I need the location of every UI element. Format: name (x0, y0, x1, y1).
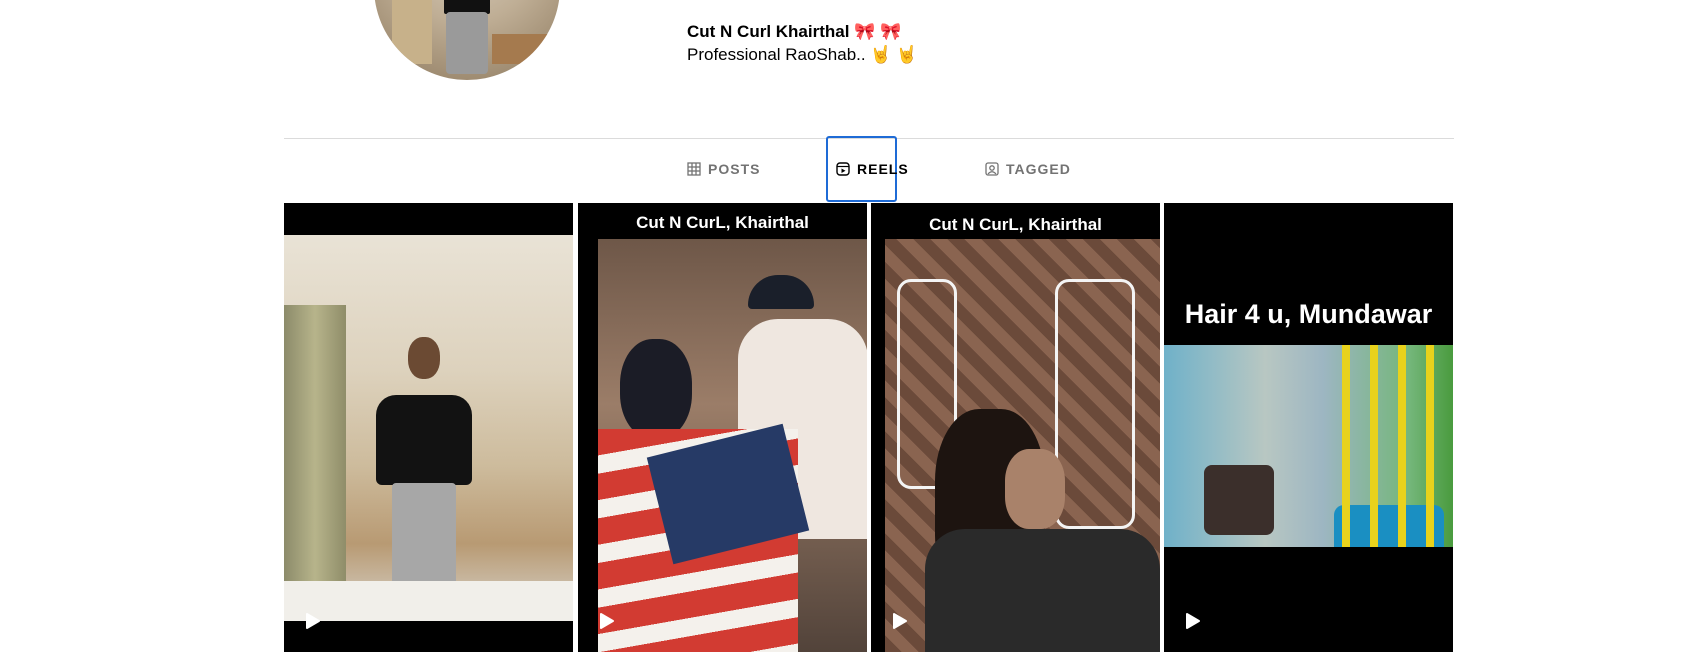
thumbnail-detail (1055, 279, 1135, 529)
tab-tagged[interactable]: TAGGED (985, 152, 1071, 186)
avatar-photo-detail (392, 0, 432, 64)
grid-icon (687, 162, 701, 176)
play-icon (306, 613, 320, 629)
tab-reels-label: REELS (857, 161, 909, 177)
reel-thumbnail (598, 239, 867, 652)
tab-posts[interactable]: POSTS (687, 152, 760, 186)
tab-tagged-label: TAGGED (1006, 161, 1071, 177)
reel-tile[interactable]: Hair 4 u, Mundawar (1164, 203, 1453, 652)
thumbnail-detail (748, 275, 814, 309)
reels-icon (836, 162, 850, 176)
reel-thumbnail (1164, 345, 1453, 547)
tab-posts-label: POSTS (708, 161, 761, 177)
thumbnail-detail (1370, 345, 1378, 547)
thumbnail-detail (925, 529, 1160, 652)
thumbnail-detail (392, 483, 456, 593)
thumbnail-detail (376, 395, 472, 485)
reel-tile[interactable] (284, 203, 573, 652)
profile-bio: Professional RaoShab.. 🤘 🤘 (687, 45, 918, 64)
avatar-photo-detail (492, 34, 552, 64)
reel-caption: Cut N CurL, Khairthal (636, 213, 809, 232)
reel-tile[interactable]: Cut N CurL, Khairthal (871, 203, 1160, 652)
play-icon (893, 613, 907, 629)
thumbnail-detail (1426, 345, 1434, 547)
thumbnail-detail (620, 339, 692, 439)
profile-avatar[interactable] (374, 0, 560, 80)
tagged-icon (985, 162, 999, 176)
thumbnail-detail (284, 305, 346, 605)
play-icon (1186, 613, 1200, 629)
reel-thumbnail (885, 239, 1160, 652)
thumbnail-detail (1342, 345, 1350, 547)
reel-thumbnail (284, 235, 573, 621)
thumbnail-detail (284, 581, 573, 621)
reel-caption: Hair 4 u, Mundawar (1184, 299, 1433, 329)
thumbnail-detail (408, 337, 440, 379)
reel-tile[interactable]: Cut N CurL, Khairthal (578, 203, 867, 652)
avatar-photo-person (446, 12, 488, 74)
thumbnail-detail (1398, 345, 1406, 547)
thumbnail-detail (1005, 449, 1065, 529)
thumbnail-detail (1204, 465, 1274, 535)
reel-caption: Cut N CurL, Khairthal (929, 215, 1102, 234)
profile-name: Cut N Curl Khairthal 🎀 🎀 (687, 22, 902, 41)
play-icon (600, 613, 614, 629)
tab-reels[interactable]: REELS (836, 152, 909, 186)
